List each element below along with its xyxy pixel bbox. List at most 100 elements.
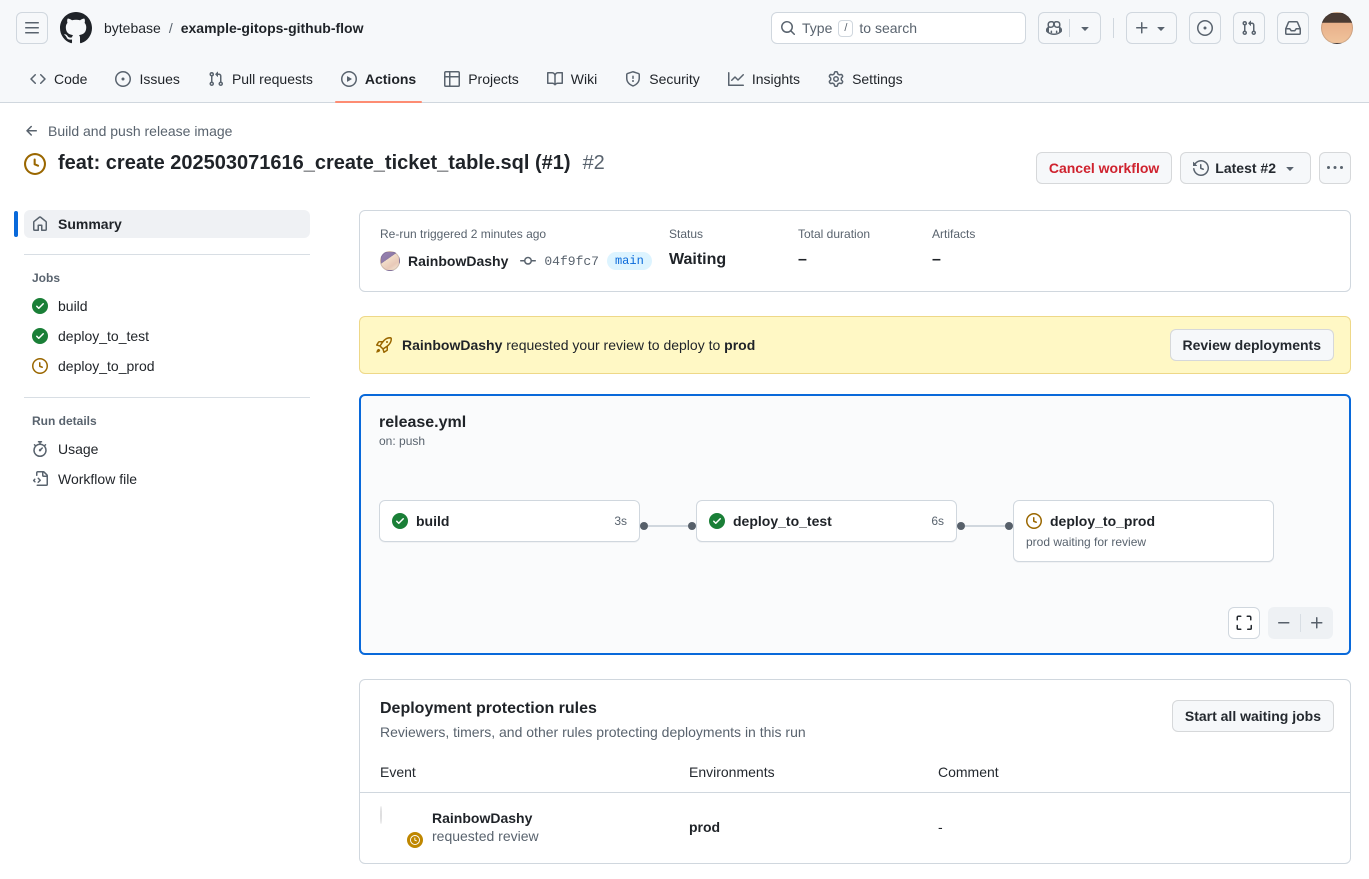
tab-pull-requests[interactable]: Pull requests [194,56,327,102]
back-to-workflow-link[interactable]: Build and push release image [24,123,232,139]
github-logo[interactable] [60,12,92,44]
cancel-workflow-button[interactable]: Cancel workflow [1036,152,1172,184]
tab-code[interactable]: Code [16,56,101,102]
commit-sha[interactable]: 04f9fc7 [544,254,599,269]
tab-actions[interactable]: Actions [327,56,430,102]
run-sidebar: Summary Jobs build deploy_to_test deploy… [14,210,310,864]
actor-avatar[interactable] [380,251,400,271]
repo-tabs: Code Issues Pull requests Actions Projec… [0,56,1369,102]
breadcrumb: bytebase / example-gitops-github-flow [104,20,363,36]
zoom-out-button[interactable] [1268,607,1300,639]
inbox-icon [1285,20,1301,36]
breadcrumb-repo[interactable]: example-gitops-github-flow [181,20,364,36]
artifacts-value: – [932,251,975,269]
run-actions: Cancel workflow Latest #2 [1036,152,1351,184]
navbar-divider [1113,18,1114,38]
shield-icon [625,71,641,87]
graph-node-deploy-to-test[interactable]: deploy_to_test 6s [696,500,957,542]
job-name: deploy_to_prod [58,358,155,374]
review-deployments-button[interactable]: Review deployments [1170,329,1335,361]
node-name: deploy_to_test [733,513,923,529]
plus-icon [1134,20,1150,36]
node-duration: 3s [614,514,627,528]
protection-subtitle: Reviewers, timers, and other rules prote… [380,724,806,740]
waiting-clock-icon [32,358,48,374]
waiting-clock-icon [24,153,46,175]
column-header-comment: Comment [938,764,1350,780]
run-title: feat: create 202503071616_create_ticket_… [58,152,571,175]
trigger-info: Re-run triggered 2 minutes ago RainbowDa… [380,227,669,271]
tab-insights[interactable]: Insights [714,56,814,102]
tab-label: Security [649,71,700,87]
copilot-dropdown-button[interactable] [1070,13,1100,43]
latest-run-button[interactable]: Latest #2 [1180,152,1311,184]
waiting-badge [405,830,425,850]
zoom-in-button[interactable] [1301,607,1333,639]
issues-button[interactable] [1189,12,1221,44]
graph-node-deploy-to-prod[interactable]: deploy_to_prod prod waiting for review [1013,500,1274,562]
success-check-icon [392,513,408,529]
sidebar-item-usage[interactable]: Usage [14,434,310,464]
breadcrumb-org[interactable]: bytebase [104,20,161,36]
tab-issues[interactable]: Issues [101,56,193,102]
inbox-button[interactable] [1277,12,1309,44]
summary-label: Summary [58,216,122,232]
event-actor[interactable]: RainbowDashy [432,810,539,826]
sidebar-item-summary[interactable]: Summary [24,210,310,238]
gear-icon [828,71,844,87]
reviewer-avatar-wrap [380,807,420,847]
reviewer-avatar[interactable] [380,806,382,824]
workflow-name: Build and push release image [48,123,232,139]
create-new-button-group [1126,12,1177,44]
tab-settings[interactable]: Settings [814,56,917,102]
user-avatar[interactable] [1321,12,1353,44]
tab-security[interactable]: Security [611,56,714,102]
copilot-button[interactable] [1039,13,1069,43]
workflow-graph: build 3s deploy_to_test 6s deploy_to_pro… [379,500,1331,562]
trigger-text: Re-run triggered 2 minutes ago [380,227,669,241]
connector-dot [1005,522,1013,530]
tab-projects[interactable]: Projects [430,56,533,102]
node-waiting-note: prod waiting for review [1026,535,1261,549]
sidebar-job-build[interactable]: build [14,291,310,321]
hamburger-menu-button[interactable] [16,12,48,44]
git-pull-request-icon [1241,20,1257,36]
pull-requests-button[interactable] [1233,12,1265,44]
run-details-section-label: Run details [14,398,310,434]
tab-label: Issues [139,71,179,87]
tab-label: Projects [468,71,519,87]
zoom-control [1268,607,1333,639]
minus-icon [1276,615,1292,631]
review-message-text: requested your review to deploy to [506,337,720,353]
breadcrumb-separator: / [169,20,173,36]
actor-name[interactable]: RainbowDashy [408,253,508,269]
sidebar-item-workflow-file[interactable]: Workflow file [14,464,310,494]
success-check-icon [709,513,725,529]
protection-header: Deployment protection rules Reviewers, t… [360,680,1350,744]
tab-wiki[interactable]: Wiki [533,56,611,102]
workflow-trigger: on: push [379,434,1331,448]
tab-label: Wiki [571,71,597,87]
run-options-button[interactable] [1319,152,1351,184]
arrow-left-icon [24,123,40,139]
trigger-actor-row: RainbowDashy 04f9fc7 main [380,251,669,271]
sidebar-job-deploy-to-prod[interactable]: deploy_to_prod [14,351,310,381]
sidebar-job-deploy-to-test[interactable]: deploy_to_test [14,321,310,351]
fullscreen-button[interactable] [1228,607,1260,639]
run-detail-label: Usage [58,441,98,457]
success-check-icon [32,328,48,344]
branch-badge[interactable]: main [607,252,652,270]
run-title-row: feat: create 202503071616_create_ticket_… [24,152,1351,184]
graph-node-build[interactable]: build 3s [379,500,640,542]
run-detail-label: Workflow file [58,471,137,487]
run-summary-card: Re-run triggered 2 minutes ago RainbowDa… [359,210,1351,292]
navbar: bytebase / example-gitops-github-flow Ty… [0,0,1369,56]
create-new-button[interactable] [1127,13,1176,43]
plus-icon [1309,615,1325,631]
protection-header-text: Deployment protection rules Reviewers, t… [380,700,806,740]
start-all-waiting-jobs-button[interactable]: Start all waiting jobs [1172,700,1334,732]
tab-label: Actions [365,71,416,87]
tab-label: Pull requests [232,71,313,87]
search-input[interactable]: Type / to search [771,12,1026,44]
duration-label: Total duration [798,227,932,241]
